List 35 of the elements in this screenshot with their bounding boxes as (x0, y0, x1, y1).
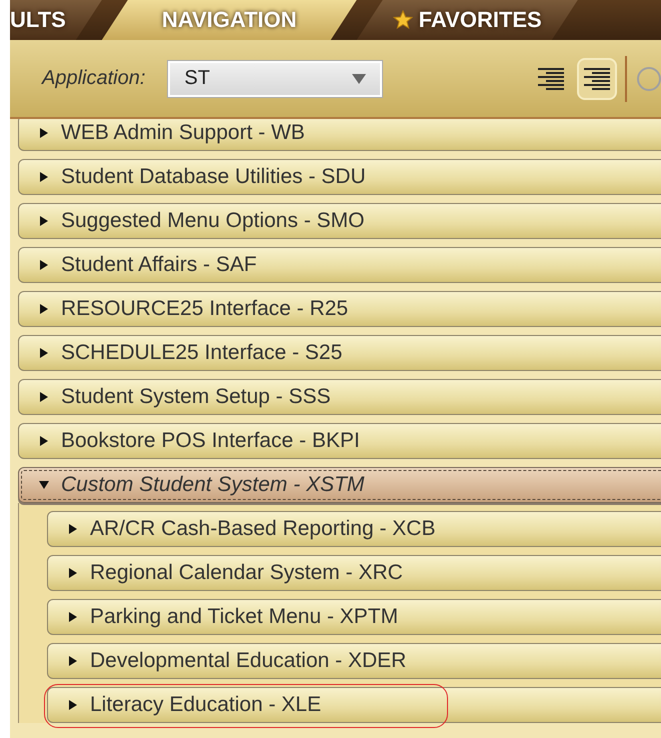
menu-item[interactable]: Student Database Utilities - SDU (18, 159, 661, 195)
caret-icon (352, 74, 366, 84)
collapse-triangle-icon (39, 480, 49, 490)
menu-item[interactable]: WEB Admin Support - WB (18, 119, 661, 151)
expand-triangle-icon (39, 392, 49, 402)
expand-triangle-icon (39, 260, 49, 270)
view-button[interactable] (577, 58, 617, 100)
expand-triangle-icon (39, 348, 49, 358)
menu-item[interactable]: AR/CR Cash-Based Reporting - XCB (47, 511, 661, 547)
menu-item[interactable]: Custom Student System - XSTM (18, 467, 661, 503)
expand-triangle-icon (68, 656, 78, 666)
tab[interactable]: FAVORITES (356, 0, 578, 40)
expand-triangle-icon (39, 436, 49, 446)
menu-item[interactable]: SCHEDULE25 Interface - S25 (18, 335, 661, 371)
expand-triangle-icon (39, 304, 49, 314)
expand-triangle-icon (39, 172, 49, 182)
menu-item[interactable]: Developmental Education - XDER (47, 643, 661, 679)
menu-item[interactable]: Bookstore POS Interface - BKPI (18, 423, 661, 459)
menu-item[interactable]: Parking and Ticket Menu - XPTM (47, 599, 661, 635)
expand-triangle-icon (68, 524, 78, 534)
menu-item[interactable]: Student System Setup - SSS (18, 379, 661, 415)
tab[interactable]: ULTS (10, 0, 102, 40)
expand-triangle-icon (39, 216, 49, 226)
align-right-icon (582, 66, 612, 92)
menu-item[interactable]: Regional Calendar System - XRC (47, 555, 661, 591)
expand-triangle-icon (68, 700, 78, 710)
expand-triangle-icon (68, 568, 78, 578)
application-label: Application: (42, 67, 146, 90)
menu-item[interactable]: Suggested Menu Options - SMO (18, 203, 661, 239)
align-right-icon (536, 66, 566, 92)
menu-item[interactable]: RESOURCE25 Interface - R25 (18, 291, 661, 327)
expand-triangle-icon (39, 128, 49, 138)
application-dropdown[interactable]: ST (168, 60, 382, 96)
expand-triangle-icon (68, 612, 78, 622)
menu-item[interactable]: Student Affairs - SAF (18, 247, 661, 283)
